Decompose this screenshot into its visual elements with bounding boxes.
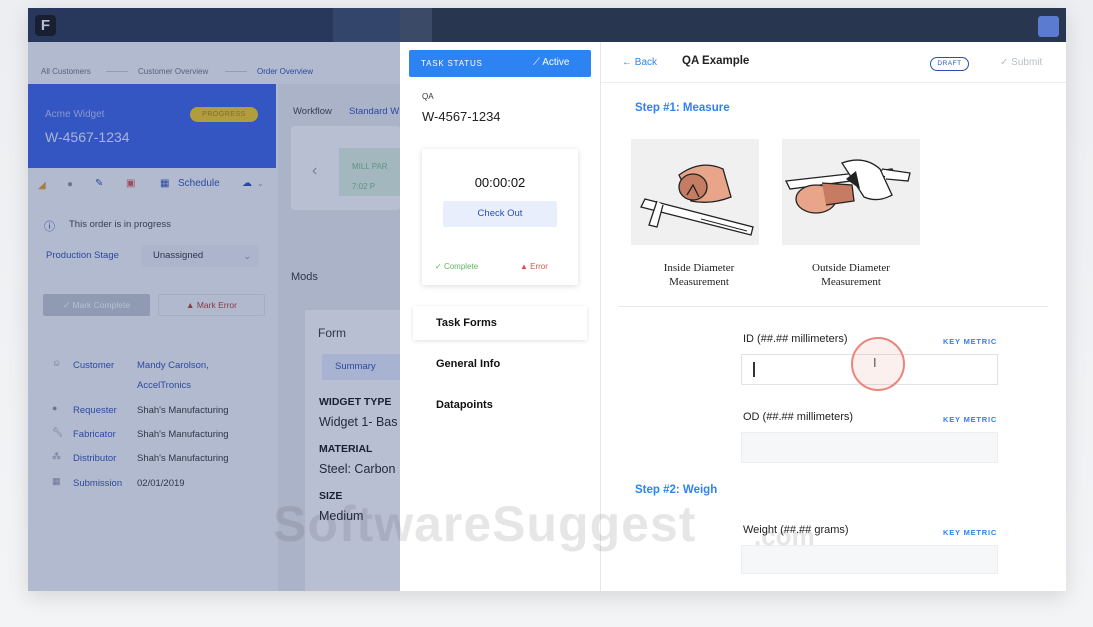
qa-form-title: QA Example <box>682 55 750 67</box>
outside-diameter-caption: Outside Diameter Measurement <box>771 261 931 289</box>
back-button[interactable]: ← Back <box>622 57 657 68</box>
submit-button[interactable]: ✓ Submit <box>1000 57 1042 68</box>
outside-diameter-caption-line1: Outside Diameter <box>812 262 890 274</box>
od-input[interactable] <box>741 432 998 463</box>
nav-task-forms[interactable]: Task Forms <box>413 306 587 340</box>
outside-diameter-illustration <box>782 139 920 245</box>
error-button[interactable]: ▲ Error <box>520 262 548 271</box>
draft-badge: DRAFT <box>930 57 969 71</box>
user-avatar[interactable] <box>1038 16 1059 37</box>
outside-diameter-caption-line2: Measurement <box>821 276 881 288</box>
step-1-heading: Step #1: Measure <box>635 102 730 114</box>
elapsed-timer: 00:00:02 <box>474 175 526 190</box>
task-status-header: TASK STATUS ⟋ Active <box>409 50 591 77</box>
ibeam-cursor-icon: I <box>873 355 877 370</box>
task-order-id: W-4567-1234 <box>422 109 501 124</box>
od-field-label: OD (##.## millimeters) <box>743 411 854 423</box>
key-metric-badge: KEY METRIC <box>943 337 998 346</box>
task-type-label: QA <box>422 92 434 101</box>
nav-general-info[interactable]: General Info <box>413 347 587 381</box>
submit-label: Submit <box>1011 57 1043 68</box>
inside-diameter-caption-line2: Measurement <box>669 276 729 288</box>
inside-diameter-illustration <box>631 139 759 245</box>
qa-header-divider <box>601 82 1066 83</box>
text-cursor <box>753 362 755 377</box>
back-label: Back <box>634 57 658 68</box>
error-label: Error <box>530 262 548 271</box>
task-status-state-label: Active <box>542 57 570 68</box>
inside-diameter-caption-line1: Inside Diameter <box>663 262 735 274</box>
watermark-suffix: .com <box>754 521 815 551</box>
nav-datapoints[interactable]: Datapoints <box>413 388 587 422</box>
check-out-button[interactable]: Check Out <box>443 201 557 227</box>
key-metric-badge: KEY METRIC <box>943 415 998 424</box>
complete-label: Complete <box>443 262 479 271</box>
complete-button[interactable]: ✓ Complete <box>435 262 478 271</box>
key-metric-badge: KEY METRIC <box>943 528 998 537</box>
timer-card: 00:00:02 Check Out ✓ Complete ▲ Error <box>422 149 578 285</box>
task-status-title: TASK STATUS <box>421 59 483 68</box>
id-field-label: ID (##.## millimeters) <box>743 333 848 345</box>
click-indicator <box>851 337 905 391</box>
trend-icon: ⟋ <box>533 57 543 68</box>
inside-diameter-caption: Inside Diameter Measurement <box>619 261 779 289</box>
section-divider <box>619 306 1048 307</box>
watermark: SoftwareSuggest <box>273 496 697 552</box>
task-status-state: ⟋ Active <box>533 57 569 68</box>
